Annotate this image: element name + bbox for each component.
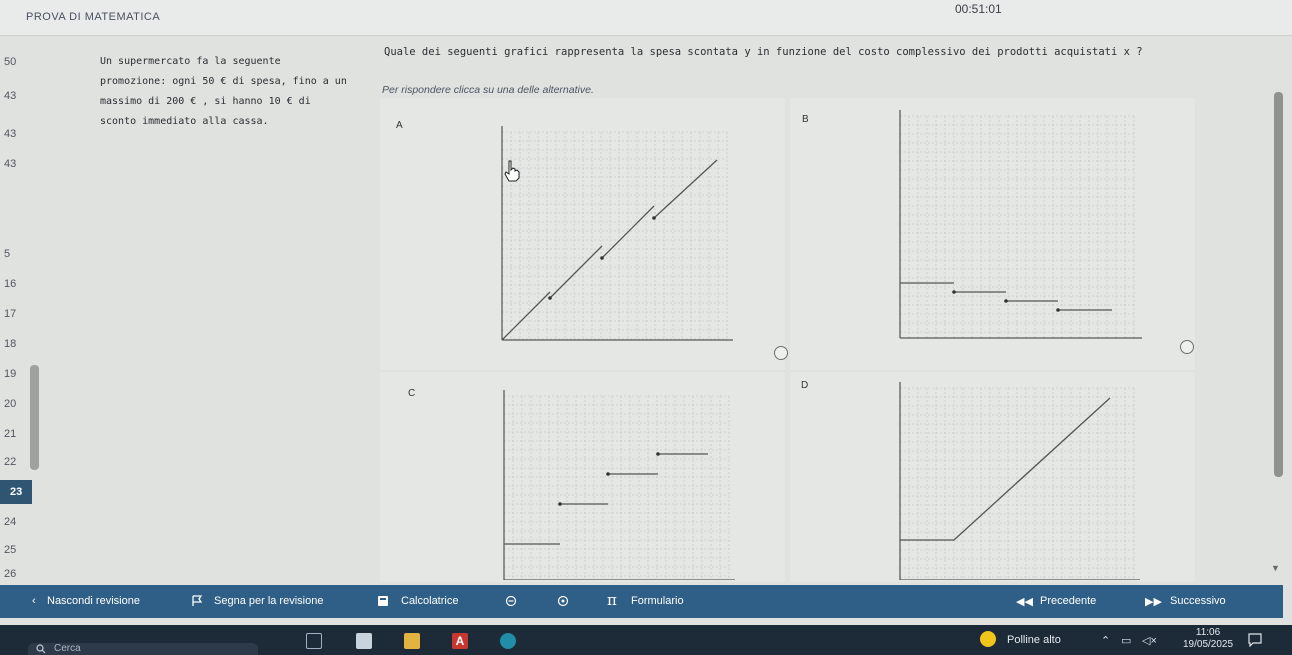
graph-segment	[501, 291, 551, 341]
taskbar-search-label: Cerca	[54, 643, 81, 654]
weather-status: Polline alto	[1007, 634, 1061, 646]
zoom-in-icon[interactable]	[557, 595, 569, 607]
weather-sun-icon	[980, 631, 996, 647]
file-explorer-icon[interactable]	[404, 633, 420, 649]
stem-line: massimo di 200 € , si hanno 10 € di	[100, 96, 311, 107]
next-button[interactable]: Successivo	[1170, 595, 1226, 607]
calendar-app-icon[interactable]	[356, 633, 372, 649]
task-view-icon[interactable]	[306, 633, 322, 649]
graph-point	[600, 256, 604, 260]
graph-point	[558, 502, 562, 506]
timer: 00:51:01	[955, 2, 1002, 16]
graph-a	[501, 126, 733, 341]
graph-point	[952, 290, 956, 294]
previous-icon: ◀◀	[1016, 596, 1033, 608]
option-b-radio[interactable]	[1180, 340, 1194, 354]
question-nav-item[interactable]: 18	[4, 338, 16, 350]
pi-icon: π	[607, 591, 617, 609]
hand-cursor-icon	[504, 160, 520, 182]
question-nav-item[interactable]: 21	[4, 428, 16, 440]
question-nav-item[interactable]: 26	[4, 568, 16, 580]
stem-line: sconto immediato alla cassa.	[100, 116, 269, 127]
question-nav-item[interactable]: 43	[4, 158, 16, 170]
question-navigator-scrollbar[interactable]	[30, 365, 39, 470]
question-nav-item[interactable]: 50	[4, 56, 16, 68]
notification-icon[interactable]	[1248, 633, 1262, 647]
graph-segment	[653, 159, 718, 219]
question-nav-item[interactable]: 5	[4, 248, 10, 260]
clock-date: 19/05/2025	[1183, 639, 1234, 650]
zoom-out-icon[interactable]	[505, 595, 517, 607]
question-stem: Un supermercato fa la seguente promozion…	[100, 52, 355, 132]
next-icon: ▶▶	[1145, 596, 1162, 608]
question-text: Quale dei seguenti grafici rappresenta l…	[384, 46, 1143, 58]
graph-point	[606, 472, 610, 476]
chevron-left-icon: ‹	[32, 595, 36, 607]
clock-time: 11:06	[1195, 627, 1221, 638]
stem-line: Un supermercato fa la seguente	[100, 56, 281, 67]
taskbar-clock[interactable]: 11:06 19/05/2025	[1183, 627, 1233, 651]
edge-browser-icon[interactable]	[500, 633, 516, 649]
search-icon	[36, 644, 46, 654]
graph-point	[652, 216, 656, 220]
question-nav-item[interactable]: 25	[4, 544, 16, 556]
option-a-letter: A	[396, 120, 403, 131]
question-nav-item[interactable]: 16	[4, 278, 16, 290]
scroll-down-icon[interactable]: ▼	[1271, 563, 1280, 573]
content-scrollbar[interactable]	[1274, 92, 1283, 477]
question-nav-item[interactable]: 43	[4, 90, 16, 102]
stem-line: promozione: ogni 50 € di spesa, fino a u…	[100, 76, 347, 87]
tray-chevron-icon[interactable]: ⌃	[1101, 634, 1110, 647]
option-a-radio[interactable]	[774, 346, 788, 360]
graph-point	[1004, 299, 1008, 303]
option-b-letter: B	[802, 114, 809, 125]
option-d-letter: D	[801, 380, 809, 391]
question-nav-item[interactable]: 17	[4, 308, 16, 320]
question-nav-item[interactable]: 22	[4, 456, 16, 468]
acrobat-icon[interactable]: A	[452, 633, 468, 649]
flag-icon	[192, 595, 203, 606]
graph-point	[656, 452, 660, 456]
graph-point	[548, 296, 552, 300]
formulary-button[interactable]: Formulario	[631, 595, 684, 607]
previous-button[interactable]: Precedente	[1040, 595, 1096, 607]
flag-review-button[interactable]: Segna per la revisione	[214, 595, 323, 607]
question-nav-item[interactable]: 23	[0, 480, 32, 504]
volume-icon[interactable]: ◁×	[1142, 634, 1157, 647]
graph-b	[899, 110, 1142, 339]
network-icon[interactable]: ▭	[1121, 634, 1131, 647]
exam-title: PROVA DI MATEMATICA	[26, 11, 161, 23]
graph-d	[899, 382, 1140, 580]
graph-point	[1056, 308, 1060, 312]
question-nav-item[interactable]: 20	[4, 398, 16, 410]
top-bar: PROVA DI MATEMATICA 00:51:01	[0, 0, 1292, 36]
calculator-icon	[378, 596, 388, 606]
question-navigator: 50 43 43 43 5 16 17 18 19 20 21 22 23 24 25 26	[0, 40, 44, 585]
question-nav-item[interactable]: 43	[4, 128, 16, 140]
os-taskbar: Cerca A Polline alto ⌃ ▭ ◁× 11:06 19/05/…	[0, 625, 1292, 655]
calculator-button[interactable]: Calcolatrice	[401, 595, 458, 607]
taskbar-search[interactable]: Cerca	[28, 643, 258, 655]
bottom-toolbar: ‹ Nascondi revisione Segna per la revisi…	[0, 585, 1283, 618]
graph-c	[503, 390, 735, 580]
question-instruction: Per rispondere clicca su una delle alter…	[382, 84, 594, 96]
question-nav-item[interactable]: 19	[4, 368, 16, 380]
graph-segment	[549, 245, 603, 299]
hide-review-button[interactable]: Nascondi revisione	[47, 595, 140, 607]
question-nav-item[interactable]: 24	[4, 516, 16, 528]
option-c-letter: C	[408, 388, 416, 399]
